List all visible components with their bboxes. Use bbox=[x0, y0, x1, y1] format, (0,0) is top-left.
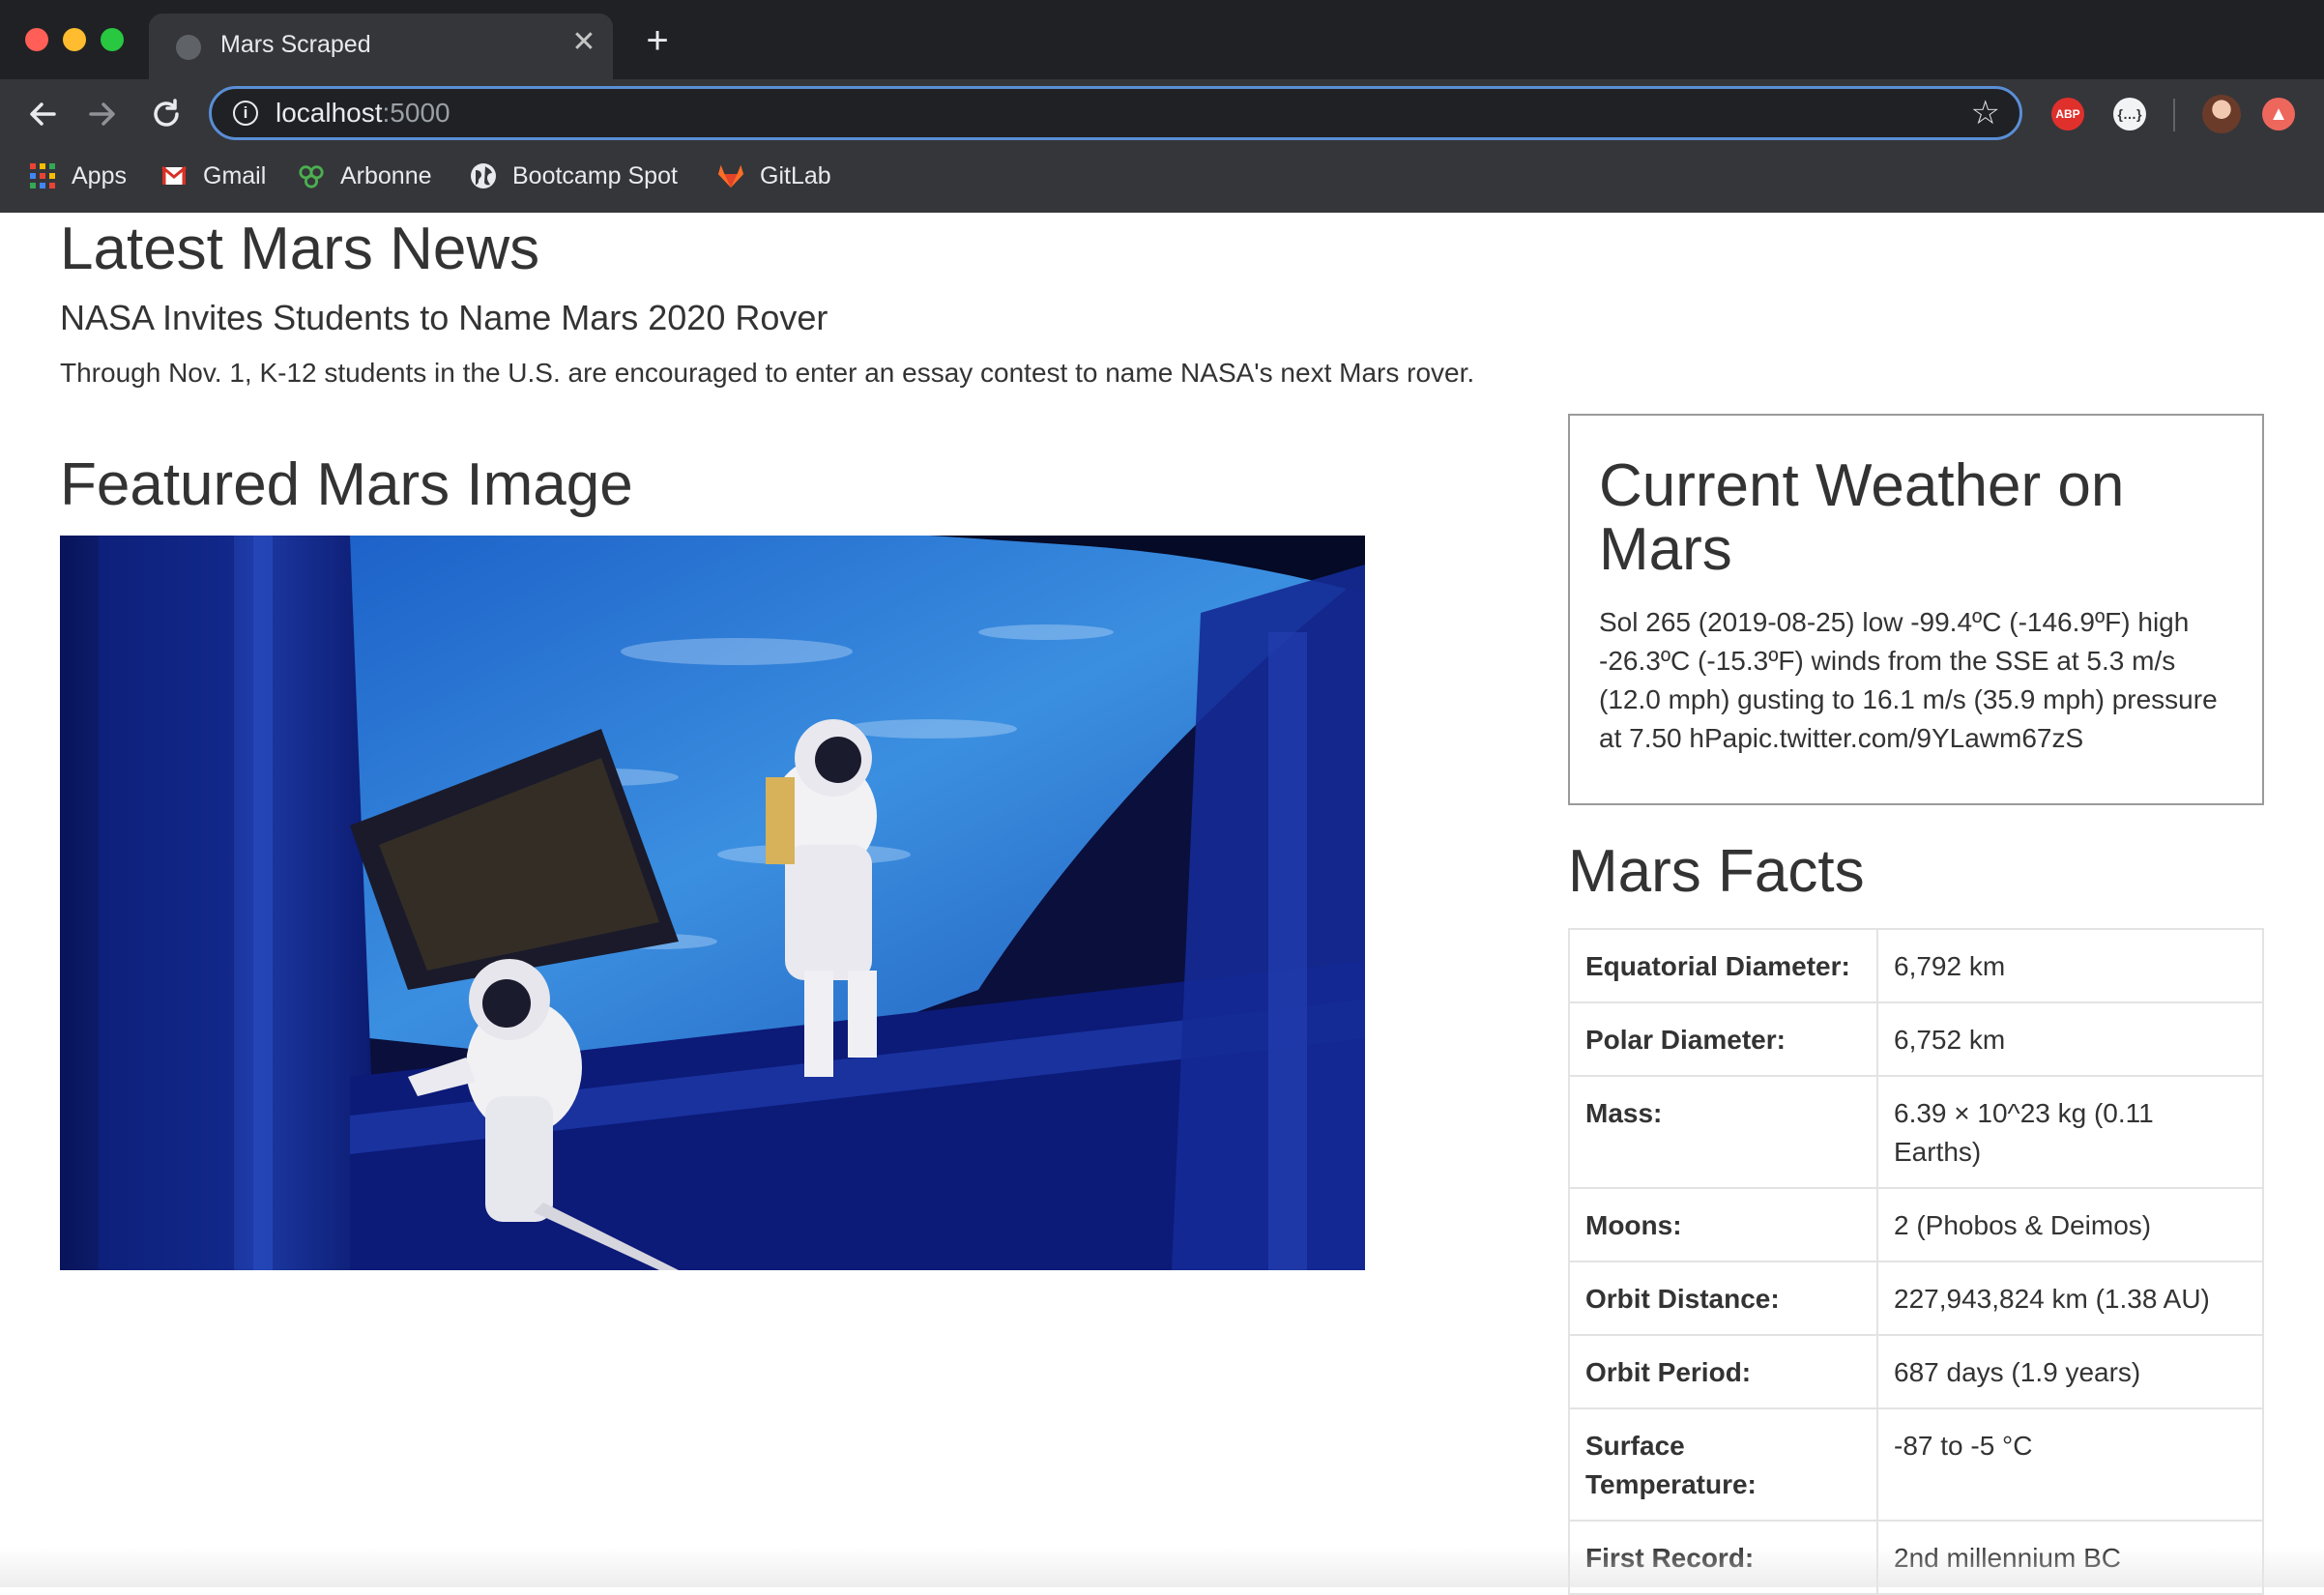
fact-key: Orbit Distance: bbox=[1568, 1261, 1878, 1336]
url-host: localhost bbox=[276, 98, 383, 128]
bookmark-label: GitLab bbox=[760, 161, 831, 189]
gmail-icon bbox=[161, 165, 187, 185]
bookmark-apps[interactable]: Apps bbox=[29, 153, 127, 199]
table-row: Equatorial Diameter: 6,792 km bbox=[1568, 928, 2264, 1003]
weather-heading: Current Weather on Mars bbox=[1599, 452, 2125, 583]
tab-mars-scraped[interactable]: Mars Scraped ✕ bbox=[149, 14, 613, 79]
address-bar[interactable]: i localhost:5000 ☆ bbox=[209, 86, 2022, 140]
tab-strip: Mars Scraped ✕ + bbox=[0, 0, 2324, 79]
table-row: Orbit Distance: 227,943,824 km (1.38 AU) bbox=[1568, 1261, 2264, 1336]
featured-mars-image bbox=[60, 536, 1365, 1270]
reload-button[interactable] bbox=[145, 93, 188, 135]
fact-value: 6,792 km bbox=[1876, 928, 2264, 1003]
adblock-extension-icon[interactable]: ABP bbox=[2051, 98, 2084, 130]
fact-key: Orbit Period: bbox=[1568, 1334, 1878, 1409]
globe-icon bbox=[176, 35, 201, 60]
fact-key: Surface Temperature: bbox=[1568, 1407, 1878, 1522]
table-row: First Record: 2nd millennium BC bbox=[1568, 1520, 2264, 1595]
fact-key: Polar Diameter: bbox=[1568, 1001, 1878, 1077]
maximize-window-button[interactable] bbox=[101, 28, 124, 51]
mars-facts-heading: Mars Facts bbox=[1568, 838, 1865, 905]
gitlab-icon bbox=[717, 164, 744, 188]
fact-value: -87 to -5 °C bbox=[1876, 1407, 2264, 1522]
bookmarks-bar: Apps Gmail Arbonne Bootcamp Spot GitLab bbox=[0, 153, 2324, 199]
bookmark-label: Bootcamp Spot bbox=[512, 161, 678, 189]
bookmark-gmail[interactable]: Gmail bbox=[160, 153, 266, 199]
url-text[interactable]: localhost:5000 bbox=[276, 98, 450, 129]
reload-icon bbox=[154, 99, 179, 127]
bookmark-label: Apps bbox=[72, 161, 127, 189]
update-icon[interactable]: ▲ bbox=[2262, 98, 2295, 130]
minimize-window-button[interactable] bbox=[63, 28, 86, 51]
table-row: Surface Temperature: -87 to -5 °C bbox=[1568, 1407, 2264, 1522]
fact-value: 2 (Phobos & Deimos) bbox=[1876, 1187, 2264, 1262]
bookmark-bootcamp-spot[interactable]: Bootcamp Spot bbox=[470, 153, 678, 199]
url-port: :5000 bbox=[382, 98, 450, 128]
latest-news-heading: Latest Mars News bbox=[60, 216, 540, 282]
new-tab-button[interactable]: + bbox=[638, 21, 677, 60]
weather-text: Sol 265 (2019-08-25) low -99.4ºC (-146.9… bbox=[1599, 607, 2218, 753]
back-button[interactable] bbox=[21, 93, 64, 135]
news-title: NASA Invites Students to Name Mars 2020 … bbox=[60, 298, 828, 337]
toolbar-divider bbox=[2173, 99, 2175, 131]
fact-key: Equatorial Diameter: bbox=[1568, 928, 1878, 1003]
bookmark-star-icon[interactable]: ☆ bbox=[1971, 93, 2000, 133]
mars-facts-table: Equatorial Diameter: 6,792 km Polar Diam… bbox=[1568, 928, 2264, 1595]
table-row: Mass: 6.39 × 10^23 kg (0.11 Earths) bbox=[1568, 1075, 2264, 1189]
arrow-left-icon bbox=[30, 102, 56, 126]
fact-key: Moons: bbox=[1568, 1187, 1878, 1262]
apps-grid-icon bbox=[30, 163, 55, 188]
table-row: Polar Diameter: 6,752 km bbox=[1568, 1001, 2264, 1077]
tab-title: Mars Scraped bbox=[220, 31, 371, 58]
tab-close-button[interactable]: ✕ bbox=[566, 25, 601, 60]
fact-key: Mass: bbox=[1568, 1075, 1878, 1189]
bookmark-arbonne[interactable]: Arbonne bbox=[298, 153, 432, 199]
browser-chrome: Mars Scraped ✕ + i localhost:5000 ☆ ABP … bbox=[0, 0, 2324, 213]
weather-panel: Current Weather on Mars Sol 265 (2019-08… bbox=[1568, 414, 2264, 805]
fact-value: 227,943,824 km (1.38 AU) bbox=[1876, 1261, 2264, 1336]
forward-button[interactable] bbox=[81, 93, 124, 135]
news-paragraph: Through Nov. 1, K-12 students in the U.S… bbox=[60, 358, 1475, 388]
json-viewer-extension-icon[interactable]: {…} bbox=[2113, 98, 2146, 130]
bookmark-label: Arbonne bbox=[340, 161, 432, 189]
table-row: Moons: 2 (Phobos & Deimos) bbox=[1568, 1187, 2264, 1262]
profile-avatar[interactable] bbox=[2202, 95, 2241, 133]
arbonne-icon bbox=[299, 165, 324, 188]
close-window-button[interactable] bbox=[25, 28, 48, 51]
globe-icon bbox=[471, 163, 496, 188]
astronauts-spacewalk-image bbox=[60, 536, 1365, 1270]
featured-image-heading: Featured Mars Image bbox=[60, 451, 633, 518]
fact-value: 2nd millennium BC bbox=[1876, 1520, 2264, 1595]
table-row: Orbit Period: 687 days (1.9 years) bbox=[1568, 1334, 2264, 1409]
fact-value: 6,752 km bbox=[1876, 1001, 2264, 1077]
site-info-icon[interactable]: i bbox=[233, 101, 258, 126]
fact-value: 6.39 × 10^23 kg (0.11 Earths) bbox=[1876, 1075, 2264, 1189]
arrow-right-icon bbox=[89, 102, 115, 126]
bookmark-gitlab[interactable]: GitLab bbox=[717, 153, 831, 199]
fact-value: 687 days (1.9 years) bbox=[1876, 1334, 2264, 1409]
bookmark-label: Gmail bbox=[203, 161, 267, 189]
fact-key: First Record: bbox=[1568, 1520, 1878, 1595]
page-content: Latest Mars News NASA Invites Students t… bbox=[0, 213, 2324, 1595]
